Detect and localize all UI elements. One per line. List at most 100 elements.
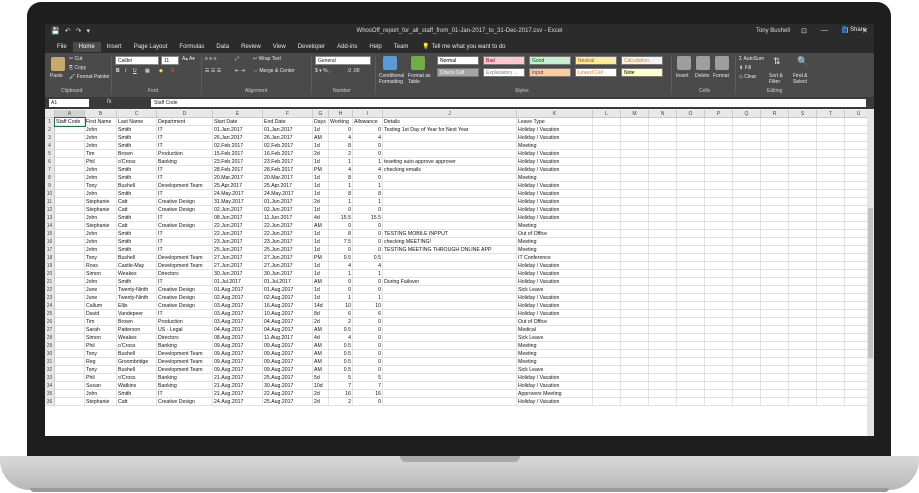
table-cell[interactable] [817,206,845,214]
table-cell[interactable]: 25.Aug.2017 [263,374,313,382]
table-cell[interactable]: AM [313,326,329,334]
table-cell[interactable] [733,150,761,158]
table-cell[interactable] [817,126,845,134]
table-cell[interactable]: Meeting [517,350,593,358]
table-cell[interactable] [593,342,621,350]
table-cell[interactable]: John [85,214,117,222]
row-header[interactable]: 16 [45,238,55,246]
table-cell[interactable]: 21.Aug.2017 [213,382,263,390]
table-cell[interactable] [593,326,621,334]
table-cell[interactable] [649,182,677,190]
ribbon-display-icon[interactable]: ⊡ [801,27,807,35]
tab-file[interactable]: File [51,42,73,52]
table-cell[interactable]: 22.Jun.2017 [263,230,313,238]
table-cell[interactable] [789,174,817,182]
table-cell[interactable] [789,238,817,246]
table-cell[interactable] [845,302,867,310]
table-cell[interactable]: 8 [329,142,353,150]
table-cell[interactable] [733,230,761,238]
table-cell[interactable] [55,374,85,382]
table-cell[interactable] [621,230,649,238]
row-header[interactable]: 7 [45,166,55,174]
table-cell[interactable] [789,398,817,406]
table-cell[interactable] [845,126,867,134]
table-cell[interactable] [677,246,705,254]
table-cell[interactable]: Brown [117,150,157,158]
table-cell[interactable] [817,198,845,206]
format-cells-button[interactable]: Format [713,73,729,79]
tab-team[interactable]: Team [388,42,415,52]
table-cell[interactable]: Holiday / Vacation [517,190,593,198]
table-cell[interactable]: Sick Leave [517,286,593,294]
table-cell[interactable] [649,374,677,382]
table-cell[interactable] [817,318,845,326]
table-cell[interactable] [383,390,517,398]
table-cell[interactable]: Sarah [85,326,117,334]
table-cell[interactable]: 08.Aug.2017 [213,334,263,342]
table-cell[interactable]: 8 [329,190,353,198]
table-cell[interactable]: 02.Feb.2017 [213,142,263,150]
table-cell[interactable] [593,374,621,382]
table-cell[interactable]: 6 [329,310,353,318]
row-header[interactable]: 18 [45,254,55,262]
table-cell[interactable]: 10 [329,302,353,310]
table-cell[interactable]: 1 [353,198,383,206]
table-cell[interactable] [733,190,761,198]
table-cell[interactable] [55,270,85,278]
table-cell[interactable] [383,366,517,374]
table-cell[interactable] [621,342,649,350]
cell-style-calculation[interactable]: Calculation [621,56,663,65]
table-cell[interactable] [649,150,677,158]
table-cell[interactable]: 22.Aug.2017 [263,390,313,398]
table-cell[interactable]: Development Team [157,254,213,262]
table-cell[interactable]: 1d [313,238,329,246]
row-header[interactable]: 5 [45,150,55,158]
table-cell[interactable]: Bushell [117,182,157,190]
table-cell[interactable] [789,126,817,134]
table-cell[interactable]: Holiday / Vacation [517,166,593,174]
table-cell[interactable] [677,390,705,398]
table-cell[interactable]: Ross [85,262,117,270]
minimize-icon[interactable]: — [821,27,828,35]
table-cell[interactable] [677,294,705,302]
table-cell[interactable]: June [85,286,117,294]
table-cell[interactable] [649,254,677,262]
table-cell[interactable]: 0 [353,142,383,150]
table-cell[interactable]: 4 [329,134,353,142]
table-cell[interactable] [705,206,733,214]
header-cell[interactable] [733,118,761,126]
table-cell[interactable] [761,318,789,326]
table-cell[interactable]: Creative Design [157,294,213,302]
table-cell[interactable]: Tony [85,350,117,358]
table-cell[interactable]: 21.Aug.2017 [213,374,263,382]
table-cell[interactable]: Holiday / Vacation [517,150,593,158]
table-cell[interactable] [733,126,761,134]
table-cell[interactable] [761,166,789,174]
table-cell[interactable] [593,334,621,342]
format-painter-button[interactable]: 🖌 Format Painter [69,74,110,80]
row-header[interactable]: 6 [45,158,55,166]
table-cell[interactable] [733,134,761,142]
table-cell[interactable]: 8 [353,190,383,198]
table-cell[interactable] [677,214,705,222]
table-cell[interactable] [677,318,705,326]
table-cell[interactable]: 0 [329,222,353,230]
table-cell[interactable]: 10 [353,302,383,310]
row-header[interactable]: 20 [45,270,55,278]
table-cell[interactable]: Tony [85,366,117,374]
table-cell[interactable]: o'Cross [117,158,157,166]
column-header[interactable]: U [845,110,867,118]
table-cell[interactable]: Catt [117,198,157,206]
table-cell[interactable] [817,374,845,382]
table-cell[interactable]: 24.Aug.2017 [213,398,263,406]
table-cell[interactable] [677,262,705,270]
table-cell[interactable] [649,358,677,366]
table-cell[interactable] [817,254,845,262]
table-cell[interactable] [677,342,705,350]
table-cell[interactable] [845,286,867,294]
row-header[interactable]: 10 [45,190,55,198]
table-cell[interactable]: Smith [117,214,157,222]
table-cell[interactable]: June [85,294,117,302]
table-cell[interactable]: Smith [117,390,157,398]
table-cell[interactable] [621,198,649,206]
